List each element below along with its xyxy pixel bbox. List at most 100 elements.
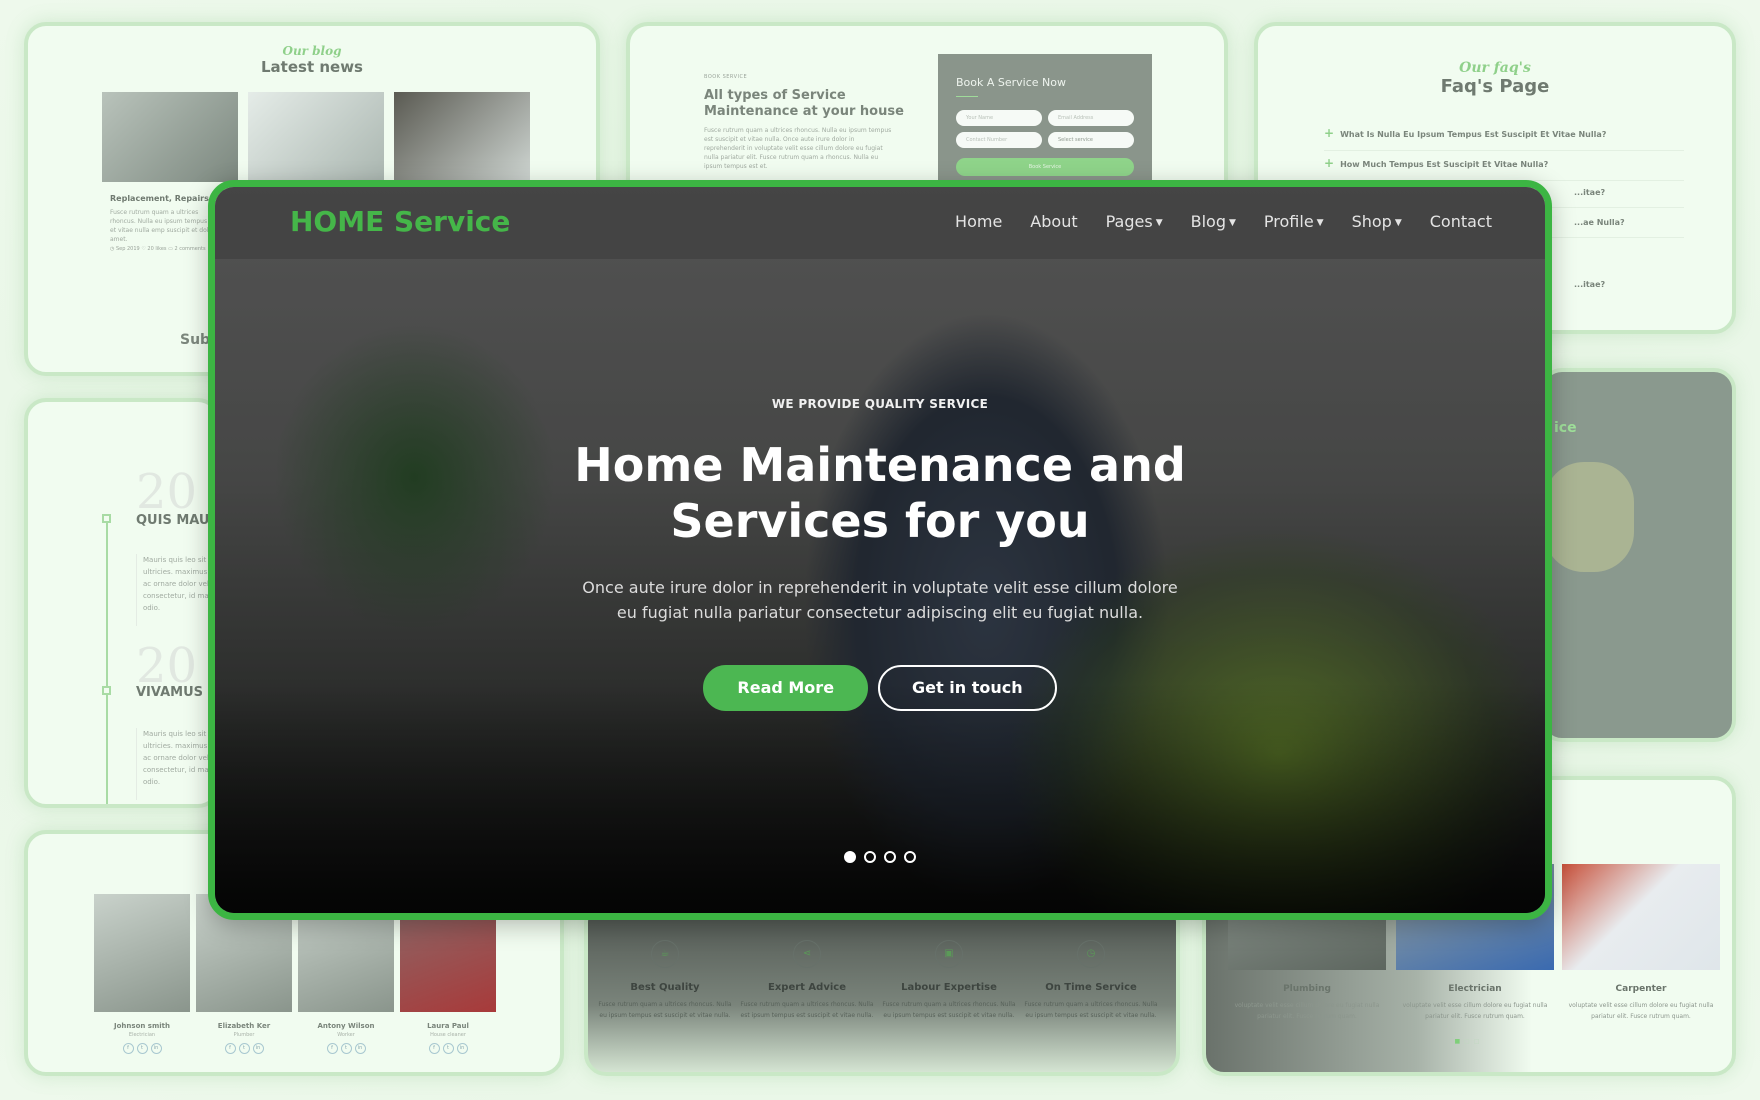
- timeline-card: 20 QUIS MAURIS VULPUTATE Mauris quis leo…: [24, 398, 220, 808]
- service-title: Plumbing: [1283, 984, 1331, 994]
- service-desc: voluptate velit esse cillum dolore eu fu…: [1568, 1002, 1714, 1020]
- timeline-marker: [102, 686, 111, 695]
- feature-desc: Fusce rutrum quam a ultrices rhoncus. Nu…: [598, 1001, 732, 1019]
- hero-title-line: Home Maintenance and: [574, 438, 1186, 492]
- faq-item[interactable]: + What Is Nulla Eu Ipsum Tempus Est Susci…: [1324, 126, 1684, 151]
- linkedin-icon[interactable]: in: [354, 1043, 366, 1054]
- member-name: Johnson smith: [114, 1022, 170, 1030]
- facebook-icon[interactable]: f: [224, 1043, 236, 1054]
- services-pager: ■□□: [1206, 1038, 1732, 1045]
- member-role: House cleaner: [430, 1032, 466, 1038]
- linkedin-icon[interactable]: in: [456, 1043, 468, 1054]
- team-member: Johnson smith Electrician f t in: [94, 894, 190, 1054]
- plus-icon: +: [1324, 126, 1335, 140]
- feature-title: Labour Expertise: [901, 982, 997, 993]
- main-nav: Home About Pages ▼ Blog ▼ Profile ▼ Shop ▼ C…: [955, 212, 1492, 231]
- twitter-icon[interactable]: t: [340, 1043, 352, 1054]
- facebook-icon[interactable]: f: [122, 1043, 134, 1054]
- pager-dot-active[interactable]: ■: [1454, 1038, 1464, 1045]
- features-card: ☕ Best Quality Fusce rutrum quam a ultri…: [584, 900, 1180, 1076]
- faq-eyebrow: Our faq's: [1459, 60, 1531, 76]
- feature-item: ⋖ Expert Advice Fusce rutrum quam a ultr…: [740, 940, 874, 1021]
- feature-title: Best Quality: [630, 982, 700, 993]
- blog-post-date: Sep 2019: [115, 246, 140, 252]
- member-role: Worker: [337, 1032, 355, 1038]
- slide-dot-3[interactable]: [884, 851, 896, 863]
- twitter-icon[interactable]: t: [238, 1043, 250, 1054]
- clock-icon: ◷: [110, 246, 115, 252]
- member-photo: [94, 894, 190, 1012]
- share-icon: ⋖: [793, 940, 821, 968]
- about-preview-card: ice: [1540, 368, 1736, 742]
- service-item: Carpenter voluptate velit esse cillum do…: [1562, 864, 1720, 1022]
- name-input[interactable]: Your Name: [956, 110, 1042, 126]
- read-more-button[interactable]: Read More: [703, 665, 869, 711]
- service-title: Electrician: [1448, 984, 1502, 994]
- navbar: HOME Service Home About Pages ▼ Blog ▼ Pro…: [215, 187, 1545, 259]
- feature-desc: Fusce rutrum quam a ultrices rhoncus. Nu…: [1024, 1001, 1158, 1019]
- slide-dot-1[interactable]: [844, 851, 856, 863]
- caret-down-icon: ▼: [1394, 217, 1402, 228]
- slide-dot-2[interactable]: [864, 851, 876, 863]
- slide-dot-4[interactable]: [904, 851, 916, 863]
- book-label: BOOK SERVICE: [704, 74, 748, 80]
- brand-logo[interactable]: HOME Service: [290, 205, 510, 238]
- nav-home[interactable]: Home: [955, 212, 1002, 231]
- blog-post-likes: 20 likes: [147, 246, 167, 252]
- blog-eyebrow: Our blog: [282, 44, 342, 58]
- plus-icon: +: [1324, 156, 1335, 170]
- hero-bottom-shade: [215, 683, 1545, 913]
- nav-blog[interactable]: Blog ▼: [1191, 212, 1236, 231]
- member-name: Antony Wilson: [317, 1022, 375, 1030]
- blog-post-meta: ◷ Sep 2019 ♡ 20 likes ▭ 2 comments: [110, 246, 206, 252]
- facebook-icon[interactable]: f: [428, 1043, 440, 1054]
- member-name: Elizabeth Ker: [217, 1022, 271, 1030]
- clock-icon: ◷: [1077, 940, 1105, 968]
- get-in-touch-button[interactable]: Get in touch: [878, 665, 1057, 711]
- pager-dot[interactable]: □: [1464, 1038, 1474, 1045]
- feature-item: ▣ Labour Expertise Fusce rutrum quam a u…: [882, 940, 1016, 1021]
- blog-photo-2: [248, 92, 384, 182]
- nav-shop[interactable]: Shop ▼: [1352, 212, 1402, 231]
- heart-icon: ♡: [141, 246, 146, 252]
- service-desc: voluptate velit esse cillum dolore eu fu…: [1234, 1002, 1380, 1020]
- nav-contact[interactable]: Contact: [1430, 212, 1492, 231]
- member-name: Laura Paul: [427, 1022, 469, 1030]
- caret-down-icon: ▼: [1228, 217, 1236, 228]
- nav-pages[interactable]: Pages ▼: [1106, 212, 1163, 231]
- linkedin-icon[interactable]: in: [150, 1043, 162, 1054]
- timeline-marker: [102, 514, 111, 523]
- slider-dots: [215, 851, 1545, 863]
- caret-down-icon: ▼: [1155, 217, 1163, 228]
- twitter-icon[interactable]: t: [136, 1043, 148, 1054]
- caret-down-icon: ▼: [1316, 217, 1324, 228]
- twitter-icon[interactable]: t: [442, 1043, 454, 1054]
- feature-title: Expert Advice: [768, 982, 846, 993]
- feature-title: On Time Service: [1045, 982, 1137, 993]
- hero-title: Home Maintenance and Services for you: [215, 437, 1545, 549]
- nav-about[interactable]: About: [1030, 212, 1077, 231]
- nav-profile[interactable]: Profile ▼: [1264, 212, 1324, 231]
- blog-post-title[interactable]: Replacement, Repairs.: [110, 194, 212, 203]
- hero-title-line: Services for you: [670, 494, 1090, 548]
- linkedin-icon[interactable]: in: [252, 1043, 264, 1054]
- about-title-fragment: ice: [1554, 420, 1577, 436]
- email-input[interactable]: Email Address: [1048, 110, 1134, 126]
- blog-photo-3: [394, 92, 530, 182]
- feature-desc: Fusce rutrum quam a ultrices rhoncus. Nu…: [740, 1001, 874, 1019]
- blog-photo-1: [102, 92, 238, 182]
- hero-description: Once aute irure dolor in reprehenderit i…: [582, 578, 1178, 622]
- service-select[interactable]: Select service: [1048, 132, 1134, 148]
- facebook-icon[interactable]: f: [326, 1043, 338, 1054]
- hero-content: WE PROVIDE QUALITY SERVICE Home Maintena…: [215, 397, 1545, 711]
- phone-input[interactable]: Contact Number: [956, 132, 1042, 148]
- service-title: Carpenter: [1615, 984, 1667, 994]
- faq-item[interactable]: + How Much Tempus Est Suscipit Et Vitae N…: [1324, 156, 1684, 181]
- faq-title: Faq's Page: [1440, 76, 1550, 97]
- member-role: Electrician: [128, 1032, 156, 1038]
- book-service-button[interactable]: Book Service: [956, 158, 1134, 176]
- basket-icon: ▣: [935, 940, 963, 968]
- book-title: All types of Service Maintenance at your…: [704, 88, 904, 119]
- pager-dot[interactable]: □: [1474, 1038, 1484, 1045]
- cup-icon: ☕: [651, 940, 679, 968]
